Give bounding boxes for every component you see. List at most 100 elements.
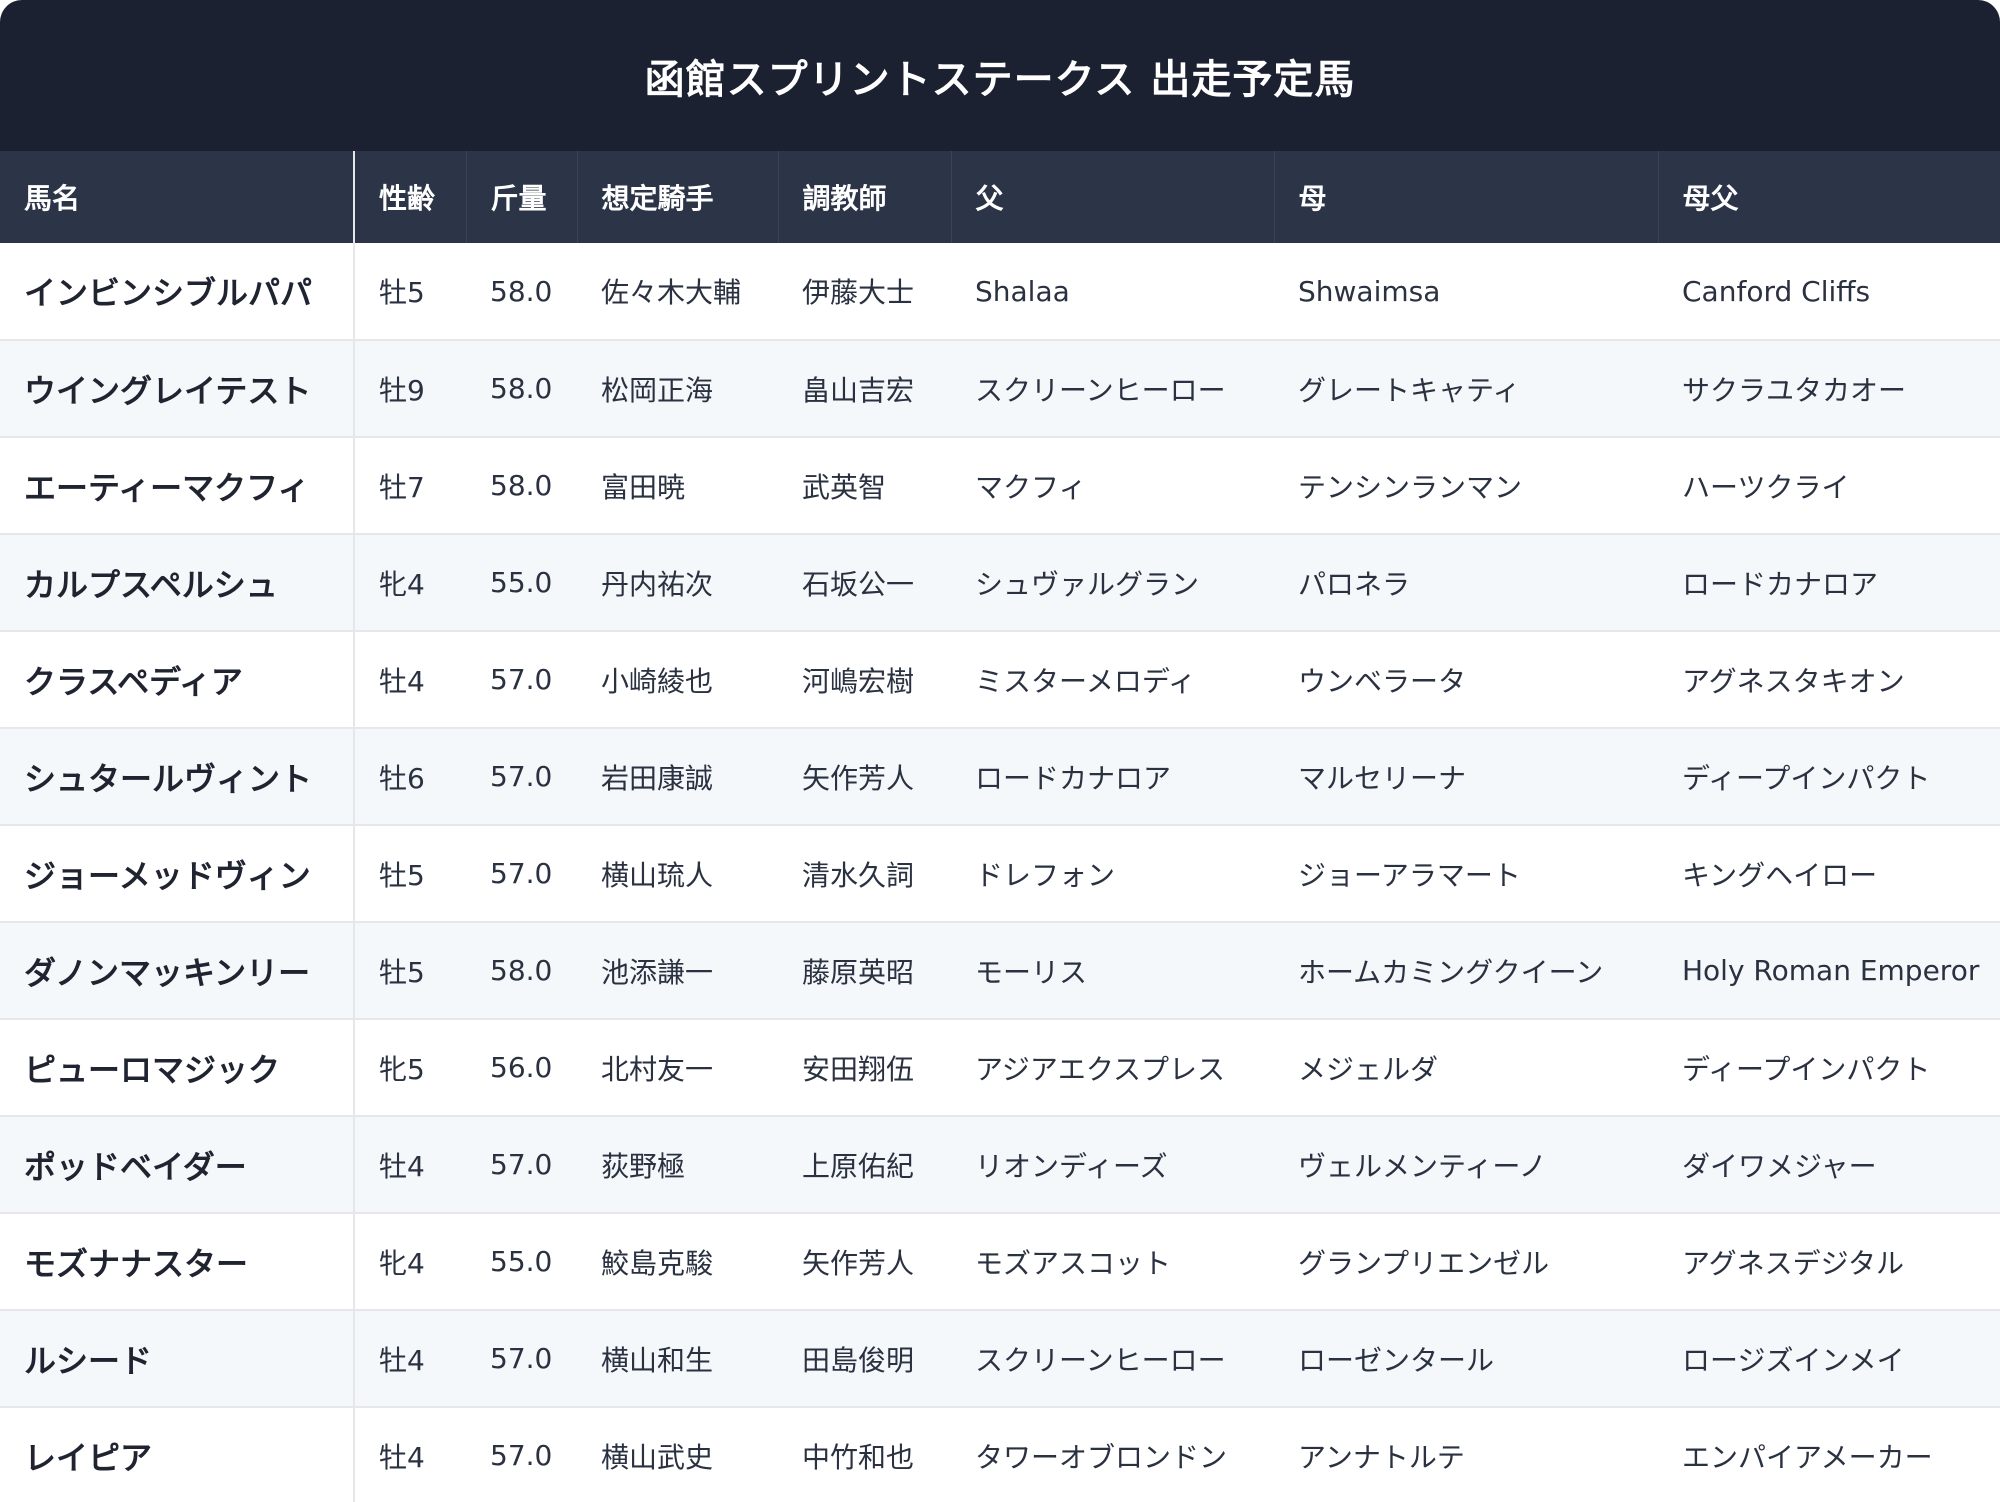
weight-cell: 55.0 <box>490 566 553 599</box>
dam-cell: ヴェルメンティーノ <box>1298 1149 1547 1183</box>
sex-age-cell: 牝4 <box>379 567 425 601</box>
table-row: ポッドベイダー 牡4 57.0 荻野極 上原佑紀 リオンディーズ ヴェルメンティーノ ダイワメ… <box>0 1116 2000 1213</box>
sex-age-cell: 牡4 <box>379 1343 425 1377</box>
trainer-cell: 安田翔伍 <box>802 1052 915 1086</box>
weight-cell: 58.0 <box>490 372 553 405</box>
horse-name-cell: レイピア <box>0 1407 355 1502</box>
jockey-cell: 富田暁 <box>601 470 686 504</box>
sex-age-cell: 牡5 <box>379 955 425 989</box>
sex-age-cell: 牡5 <box>379 276 425 309</box>
jockey-cell: 横山和生 <box>601 1343 714 1377</box>
jockey-cell: 北村友一 <box>601 1052 714 1086</box>
jockey-cell: 丹内祐次 <box>601 567 714 601</box>
dam-cell: テンシンランマン <box>1298 470 1523 504</box>
sex-age-cell: 牡4 <box>379 1149 425 1183</box>
dam-cell: マルセリーナ <box>1298 761 1467 795</box>
table-row: エーティーマクフィ 牡7 58.0 富田暁 武英智 マクフィ テンシンランマン ハーツクライ <box>0 437 2000 534</box>
table-row: レイピア 牡4 57.0 横山武史 中竹和也 タワーオブロンドン アンナトルテ エンパイアメー… <box>0 1407 2000 1502</box>
broodmare-sire-cell: エンパイアメーカー <box>1682 1440 1933 1474</box>
sex-age-cell: 牡7 <box>379 470 425 504</box>
table-row: ダノンマッキンリー 牡5 58.0 池添謙一 藤原英昭 モーリス ホームカミングクイーン Ho… <box>0 922 2000 1019</box>
trainer-cell: 藤原英昭 <box>802 955 915 989</box>
horse-name-cell: ルシード <box>0 1310 355 1407</box>
trainer-cell: 畠山吉宏 <box>802 373 915 407</box>
sire-cell: ロードカナロア <box>975 761 1172 795</box>
broodmare-sire-cell: ハーツクライ <box>1682 470 1850 504</box>
entry-table-card: 函館スプリントステークス 出走予定馬 馬名 性齢 斤量 想定騎手 調教師 父 母… <box>0 0 2000 1502</box>
sire-cell: モーリス <box>975 955 1088 989</box>
broodmare-sire-cell: Holy Roman Emperor <box>1682 954 1980 987</box>
weight-cell: 57.0 <box>490 663 553 696</box>
weight-cell: 57.0 <box>490 857 553 890</box>
horse-name-cell: ダノンマッキンリー <box>0 922 355 1019</box>
weight-cell: 58.0 <box>490 954 553 987</box>
horse-name-cell: ポッドベイダー <box>0 1116 355 1213</box>
jockey-cell: 横山武史 <box>601 1440 714 1474</box>
table-row: クラスペディア 牡4 57.0 小崎綾也 河嶋宏樹 ミスターメロディ ウンベラータ アグネスタ… <box>0 631 2000 728</box>
weight-cell: 57.0 <box>490 1342 553 1375</box>
sex-age-cell: 牡6 <box>379 761 425 795</box>
horse-name-cell: ジョーメッドヴィン <box>0 825 355 922</box>
sire-cell: スクリーンヒーロー <box>975 1343 1226 1377</box>
sex-age-cell: 牝5 <box>379 1052 425 1086</box>
dam-cell: メジェルダ <box>1298 1052 1439 1086</box>
trainer-cell: 清水久詞 <box>802 858 915 892</box>
sire-cell: リオンディーズ <box>975 1149 1168 1183</box>
column-header-sex-age: 性齢 <box>354 151 467 243</box>
weight-cell: 57.0 <box>490 1148 553 1181</box>
horse-name-cell: インビンシブルパパ <box>0 243 355 340</box>
trainer-cell: 武英智 <box>802 470 887 504</box>
sex-age-cell: 牝4 <box>379 1246 425 1280</box>
horse-name-cell: エーティーマクフィ <box>0 437 355 534</box>
dam-cell: ホームカミングクイーン <box>1298 955 1604 989</box>
dam-cell: アンナトルテ <box>1298 1440 1465 1474</box>
dam-cell: グレートキャティ <box>1298 373 1521 407</box>
broodmare-sire-cell: アグネスデジタル <box>1682 1246 1905 1280</box>
column-header-sire: 父 <box>951 151 1275 243</box>
jockey-cell: 岩田康誠 <box>601 761 714 795</box>
jockey-cell: 荻野極 <box>601 1149 686 1183</box>
broodmare-sire-cell: ダイワメジャー <box>1682 1149 1877 1183</box>
broodmare-sire-cell: ロージズインメイ <box>1682 1343 1905 1377</box>
sex-age-cell: 牡9 <box>379 373 425 407</box>
jockey-cell: 鮫島克駿 <box>601 1246 714 1280</box>
dam-cell: パロネラ <box>1298 567 1411 601</box>
trainer-cell: 矢作芳人 <box>802 1246 915 1280</box>
horse-name-cell: ピューロマジック <box>0 1019 355 1116</box>
table-row: ルシード 牡4 57.0 横山和生 田島俊明 スクリーンヒーロー ローゼンタール ロージズイン… <box>0 1310 2000 1407</box>
column-header-jockey: 想定騎手 <box>577 151 779 243</box>
jockey-cell: 小崎綾也 <box>601 664 714 698</box>
trainer-cell: 伊藤大士 <box>802 276 915 309</box>
table-row: カルプスペルシュ 牝4 55.0 丹内祐次 石坂公一 シュヴァルグラン パロネラ ロードカナロ… <box>0 534 2000 631</box>
table-header: 馬名 性齢 斤量 想定騎手 調教師 父 母 母父 <box>0 151 2000 243</box>
weight-cell: 57.0 <box>490 760 553 793</box>
weight-cell: 55.0 <box>490 1245 553 1278</box>
table-body: インビンシブルパパ 牡5 58.0 佐々木大輔 伊藤大士 Shalaa Shwaimsa Ca… <box>0 243 2000 1502</box>
trainer-cell: 河嶋宏樹 <box>802 664 915 698</box>
sex-age-cell: 牡4 <box>379 1440 425 1474</box>
weight-cell: 56.0 <box>490 1051 553 1084</box>
weight-cell: 57.0 <box>490 1439 553 1472</box>
horse-name-cell: クラスペディア <box>0 631 355 728</box>
broodmare-sire-cell: Canford Cliffs <box>1682 274 1871 308</box>
sire-cell: モズアスコット <box>975 1246 1172 1280</box>
table-row: インビンシブルパパ 牡5 58.0 佐々木大輔 伊藤大士 Shalaa Shwaimsa Ca… <box>0 243 2000 340</box>
dam-cell: ウンベラータ <box>1298 664 1467 698</box>
trainer-cell: 矢作芳人 <box>802 761 915 795</box>
sire-cell: シュヴァルグラン <box>975 567 1200 601</box>
dam-cell: ローゼンタール <box>1298 1343 1495 1377</box>
broodmare-sire-cell: ディープインパクト <box>1682 761 1931 795</box>
trainer-cell: 上原佑紀 <box>802 1149 915 1183</box>
table-row: ウイングレイテスト 牡9 58.0 松岡正海 畠山吉宏 スクリーンヒーロー グレートキャティ… <box>0 340 2000 437</box>
sire-cell: ミスターメロディ <box>975 664 1196 698</box>
sire-cell: タワーオブロンドン <box>975 1440 1228 1474</box>
dam-cell: Shwaimsa <box>1298 274 1441 308</box>
table-row: モズナナスター 牝4 55.0 鮫島克駿 矢作芳人 モズアスコット グランプリエンゼル アグネ… <box>0 1213 2000 1310</box>
column-header-broodmare-sire: 母父 <box>1682 182 1739 215</box>
sire-cell: スクリーンヒーロー <box>975 373 1226 407</box>
sire-cell: アジアエクスプレス <box>975 1052 1226 1086</box>
title-bar: 函館スプリントステークス 出走予定馬 <box>0 0 2000 151</box>
sire-cell: ドレフォン <box>975 858 1116 892</box>
jockey-cell: 佐々木大輔 <box>601 276 742 309</box>
jockey-cell: 松岡正海 <box>601 373 714 407</box>
